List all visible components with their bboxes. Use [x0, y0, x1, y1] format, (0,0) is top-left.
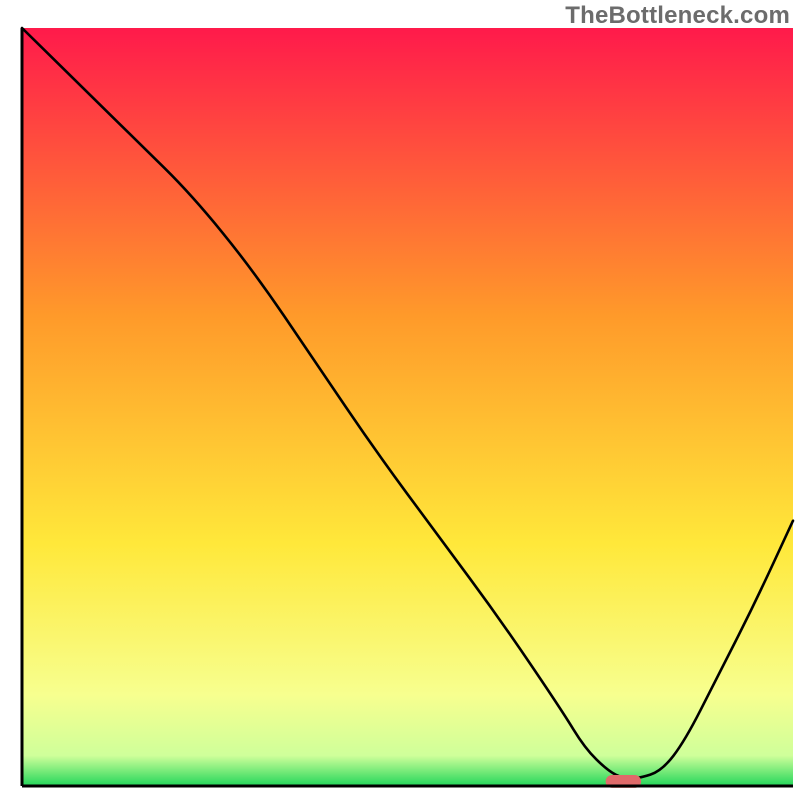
chart-stage: TheBottleneck.com	[0, 0, 800, 800]
bottleneck-chart	[0, 0, 800, 800]
